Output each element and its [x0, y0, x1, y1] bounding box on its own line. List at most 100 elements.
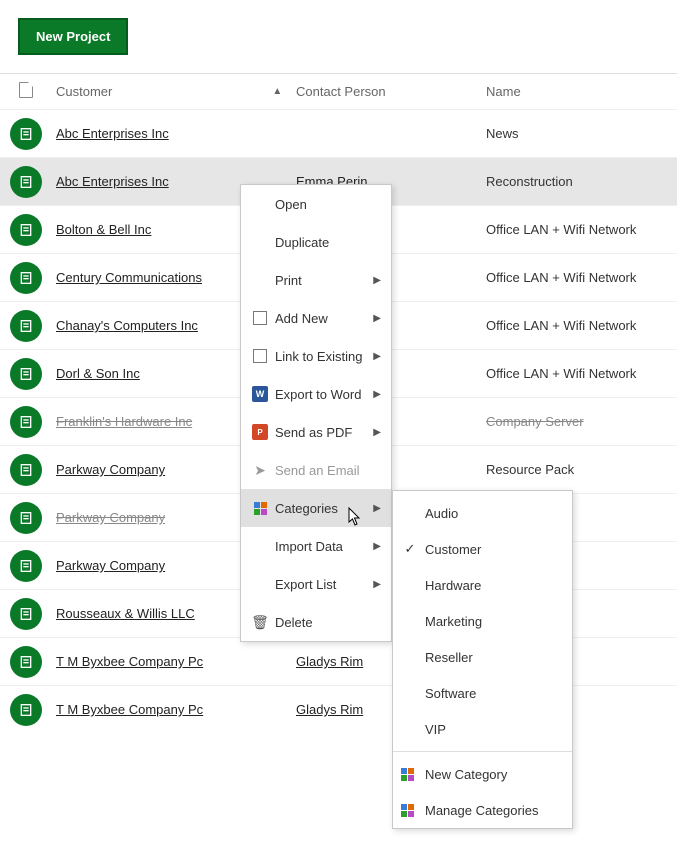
row-badge: [0, 406, 52, 438]
cell-customer: T M Byxbee Company Pc: [52, 654, 296, 669]
customer-link[interactable]: Dorl & Son Inc: [56, 366, 140, 381]
categories-icon: [401, 804, 419, 817]
table-header: Customer ▲ Contact Person Name: [0, 74, 677, 109]
project-icon: [10, 118, 42, 150]
customer-link[interactable]: T M Byxbee Company Pc: [56, 654, 203, 669]
category-option[interactable]: Audio: [393, 495, 572, 531]
project-name: Company Server: [486, 414, 584, 429]
customer-link[interactable]: Bolton & Bell Inc: [56, 222, 151, 237]
ctx-print-label: Print: [271, 273, 373, 288]
project-name: Office LAN + Wifi Network: [486, 270, 636, 285]
cell-name: Resource Pack: [486, 462, 677, 477]
customer-link[interactable]: Parkway Company: [56, 462, 165, 477]
chevron-right-icon: ▶: [373, 275, 381, 286]
customer-link[interactable]: Rousseaux & Willis LLC: [56, 606, 195, 621]
project-icon: [10, 214, 42, 246]
category-option[interactable]: Marketing: [393, 603, 572, 639]
chevron-right-icon: ▶: [373, 503, 381, 514]
submenu-label: Manage Categories: [419, 803, 538, 818]
project-name: Office LAN + Wifi Network: [486, 222, 636, 237]
new-category-button[interactable]: New Category: [393, 756, 572, 792]
ctx-export-list[interactable]: Export List▶: [241, 565, 391, 603]
ctx-open[interactable]: Open: [241, 185, 391, 223]
category-label: Audio: [419, 506, 458, 521]
send-icon: ➤: [249, 462, 271, 479]
category-label: VIP: [419, 722, 446, 737]
ctx-link-existing[interactable]: Link to Existing▶: [241, 337, 391, 375]
category-option[interactable]: Software: [393, 675, 572, 711]
chevron-right-icon: ▶: [373, 579, 381, 590]
chevron-right-icon: ▶: [373, 427, 381, 438]
separator: [393, 751, 572, 752]
ctx-import-data-label: Import Data: [271, 539, 373, 554]
customer-link[interactable]: Parkway Company: [56, 558, 165, 573]
ctx-categories[interactable]: Categories▶: [241, 489, 391, 527]
ctx-send-pdf[interactable]: PSend as PDF▶: [241, 413, 391, 451]
ctx-delete-label: Delete: [271, 615, 381, 630]
link-icon: [249, 349, 271, 363]
cell-name: News: [486, 126, 677, 141]
project-icon: [10, 166, 42, 198]
cell-name: Company Server: [486, 414, 677, 429]
chevron-right-icon: ▶: [373, 389, 381, 400]
contact-link[interactable]: Gladys Rim: [296, 654, 363, 669]
contact-link[interactable]: Gladys Rim: [296, 702, 363, 717]
categories-submenu: Audio ✓CustomerHardwareMarketingReseller S…: [392, 490, 573, 829]
ctx-print[interactable]: Print▶: [241, 261, 391, 299]
project-name: Office LAN + Wifi Network: [486, 366, 636, 381]
customer-link[interactable]: Franklin's Hardware Inc: [56, 414, 192, 429]
chevron-right-icon: ▶: [373, 313, 381, 324]
ctx-export-list-label: Export List: [271, 577, 373, 592]
table-row[interactable]: Abc Enterprises Inc News: [0, 109, 677, 157]
header-contact[interactable]: Contact Person: [296, 84, 486, 99]
add-new-icon: [249, 311, 271, 325]
chevron-right-icon: ▶: [373, 351, 381, 362]
categories-icon: [249, 502, 271, 515]
ctx-send-pdf-label: Send as PDF: [271, 425, 373, 440]
project-icon: [10, 502, 42, 534]
ctx-delete[interactable]: 🗑Delete: [241, 603, 391, 641]
category-option[interactable]: Reseller: [393, 639, 572, 675]
categories-icon: [401, 768, 419, 781]
row-badge: [0, 646, 52, 678]
ctx-import-data[interactable]: Import Data▶: [241, 527, 391, 565]
cell-name: Office LAN + Wifi Network: [486, 270, 677, 285]
check-icon: ✓: [401, 541, 419, 557]
row-badge: [0, 694, 52, 726]
customer-link[interactable]: Abc Enterprises Inc: [56, 126, 169, 141]
manage-categories-button[interactable]: Manage Categories: [393, 792, 572, 828]
project-name: Resource Pack: [486, 462, 574, 477]
project-icon: [10, 454, 42, 486]
customer-link[interactable]: Parkway Company: [56, 510, 165, 525]
ctx-send-email: ➤Send an Email: [241, 451, 391, 489]
category-label: Software: [419, 686, 476, 701]
table-row[interactable]: T M Byxbee Company PcGladys Rimon Platfo…: [0, 637, 677, 685]
project-icon: [10, 310, 42, 342]
customer-link[interactable]: T M Byxbee Company Pc: [56, 702, 203, 717]
ctx-add-new[interactable]: Add New▶: [241, 299, 391, 337]
new-project-button[interactable]: New Project: [18, 18, 128, 55]
table-row[interactable]: T M Byxbee Company PcGladys Rimrver: [0, 685, 677, 733]
row-badge: [0, 118, 52, 150]
ctx-add-new-label: Add New: [271, 311, 373, 326]
header-doc-icon: [0, 82, 52, 101]
category-option[interactable]: VIP: [393, 711, 572, 747]
cell-name: Office LAN + Wifi Network: [486, 318, 677, 333]
row-badge: [0, 214, 52, 246]
ctx-export-word[interactable]: WExport to Word▶: [241, 375, 391, 413]
customer-link[interactable]: Century Communications: [56, 270, 202, 285]
header-customer[interactable]: Customer ▲: [52, 84, 296, 99]
submenu-label: New Category: [419, 767, 507, 782]
header-name[interactable]: Name: [486, 84, 677, 99]
row-badge: [0, 598, 52, 630]
customer-link[interactable]: Abc Enterprises Inc: [56, 174, 169, 189]
customer-link[interactable]: Chanay's Computers Inc: [56, 318, 198, 333]
project-icon: [10, 262, 42, 294]
ctx-duplicate[interactable]: Duplicate: [241, 223, 391, 261]
category-option[interactable]: Hardware: [393, 567, 572, 603]
ctx-duplicate-label: Duplicate: [271, 235, 381, 250]
category-option[interactable]: ✓Customer: [393, 531, 572, 567]
cell-customer: Abc Enterprises Inc: [52, 126, 296, 141]
context-menu: Open Duplicate Print▶ Add New▶ Link to E…: [240, 184, 392, 642]
project-name: Reconstruction: [486, 174, 573, 189]
